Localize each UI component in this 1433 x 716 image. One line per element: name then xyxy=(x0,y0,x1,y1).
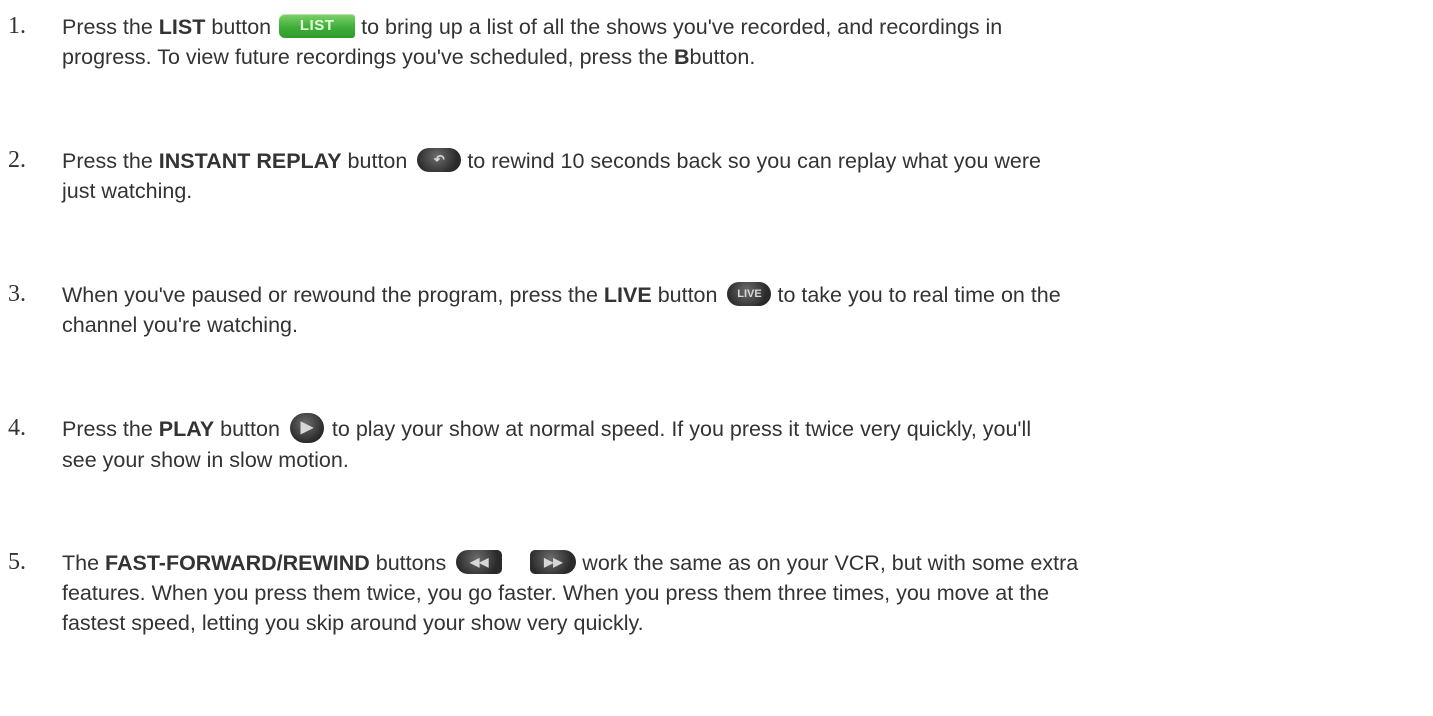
rewind-icon: ◀◀ xyxy=(456,550,503,575)
step-text: Press the INSTANT REPLAY button ↶ to rewin… xyxy=(62,148,1041,203)
step-text: Press the PLAY button ▶ to play your show … xyxy=(62,413,1424,475)
step-text: The FAST-FORWARD/REWIND buttons ◀◀ ▶▶ work … xyxy=(62,550,1079,635)
step-number: 3. xyxy=(8,281,26,307)
step-text: Press the LIST button LIST to bring up a l… xyxy=(62,14,1003,69)
button-name: LIVE xyxy=(603,283,652,307)
step-text: When you've paused or rewound the progra… xyxy=(62,282,1061,337)
fast-forward-icon: ▶▶ xyxy=(530,550,577,575)
step-number: 4. xyxy=(8,415,26,441)
button-name: LIST xyxy=(158,15,206,39)
step-number: 1. xyxy=(8,13,26,39)
button-name: PLAY xyxy=(158,417,215,441)
play-icon: ▶ xyxy=(289,413,324,444)
live-button-icon: LIVE xyxy=(727,282,772,307)
step-number: 2. xyxy=(8,147,26,173)
button-name: INSTANT REPLAY xyxy=(158,149,342,173)
list-button-icon: LIST xyxy=(279,14,356,39)
button-name: B xyxy=(674,45,690,69)
button-name: FAST-FORWARD/REWIND xyxy=(105,551,370,575)
step-number: 5. xyxy=(8,549,26,575)
instant-replay-icon: ↶ xyxy=(417,148,462,173)
